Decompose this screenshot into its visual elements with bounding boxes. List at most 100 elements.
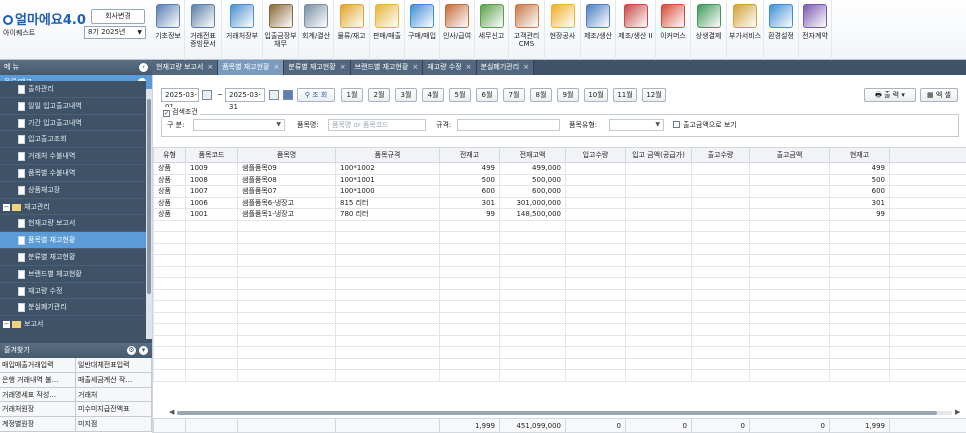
favorite-item[interactable]: 거래처: [76, 387, 152, 403]
column-header[interactable]: 출고수량: [691, 147, 750, 163]
table-row[interactable]: 상품 1008 샘플품목08 100*1001 500 500,000 500: [153, 173, 966, 186]
column-header[interactable]: 입고 금액(공급가): [625, 147, 692, 163]
month-button[interactable]: 11월: [613, 88, 637, 102]
month-button[interactable]: 5월: [449, 88, 471, 102]
tree-item[interactable]: 현재고량 보고서: [0, 215, 146, 233]
table-row[interactable]: 상품 1009 샘플품목09 100*1002 499 499,000 499: [153, 162, 966, 175]
tree-item[interactable]: 품목별 수불내역: [0, 165, 146, 182]
tree-item[interactable]: 품목별 재고현황: [0, 232, 146, 249]
toolbar-item[interactable]: 제조/생산 II: [616, 0, 656, 60]
tree-item[interactable]: 출하관리: [0, 81, 146, 98]
excel-button[interactable]: ▦ 엑 셀: [920, 88, 958, 102]
month-button[interactable]: 8월: [530, 88, 552, 102]
month-button[interactable]: 9월: [557, 88, 579, 102]
search-button[interactable]: ⚲ 조 회: [297, 88, 335, 102]
date-to-input[interactable]: 2025-03-31: [225, 88, 265, 111]
tab[interactable]: 품목별 재고현황 ×: [218, 60, 285, 75]
item-type-select[interactable]: ▼: [609, 119, 664, 131]
tab[interactable]: 브랜드별 재고현황 ×: [350, 60, 424, 75]
tree-item[interactable]: 브랜드별 재고현황: [0, 266, 146, 283]
scroll-right-icon[interactable]: ▶: [955, 409, 960, 416]
favorite-item[interactable]: 거래처원장: [0, 402, 76, 418]
toolbar-item[interactable]: 전자계약: [799, 0, 832, 60]
tab[interactable]: 재고량 수정 ×: [423, 60, 477, 75]
grid-view-icon[interactable]: [283, 90, 293, 100]
close-icon[interactable]: ×: [466, 63, 472, 71]
column-header[interactable]: 품목코드: [185, 147, 238, 163]
date-from-input[interactable]: 2025-03-01: [161, 88, 199, 111]
close-icon[interactable]: ×: [412, 63, 418, 71]
toolbar-item[interactable]: 거래전표 증빙문서: [185, 0, 222, 60]
close-icon[interactable]: ×: [274, 63, 280, 71]
toolbar-item[interactable]: 환경설정: [764, 0, 799, 60]
tree-item[interactable]: 재고량 수정: [0, 283, 146, 300]
toolbar-item[interactable]: 판매/매출: [370, 0, 405, 60]
toolbar-item[interactable]: 제조/생산: [581, 0, 616, 60]
collapse-panel-icon[interactable]: ‹: [139, 63, 148, 72]
toolbar-item[interactable]: 기초정보: [152, 0, 185, 60]
month-button[interactable]: 3월: [395, 88, 417, 102]
checkbox-icon[interactable]: [673, 121, 680, 128]
column-header[interactable]: 입고수량: [565, 147, 626, 163]
column-header[interactable]: 품목명: [237, 147, 336, 163]
close-icon[interactable]: ×: [207, 63, 213, 71]
tree-item[interactable]: − 재고관리: [0, 199, 146, 216]
tab[interactable]: 분실폐기관리 ×: [476, 60, 535, 75]
column-header[interactable]: 출고금액: [749, 147, 830, 163]
tree-item[interactable]: 거래처 수불내역: [0, 148, 146, 165]
favorite-item[interactable]: 계정별원장: [0, 417, 76, 432]
collapse-icon[interactable]: −: [3, 203, 10, 211]
scrollbar-thumb[interactable]: [147, 99, 151, 294]
table-row[interactable]: 상품 1001 샘플품목1-냉장고 780 리터 99 148,500,000 99: [153, 208, 966, 221]
tab[interactable]: 분류별 재고현황 ×: [284, 60, 351, 75]
toolbar-item[interactable]: 고객관리 CMS: [509, 0, 545, 60]
tree-item[interactable]: 기간 입고출고내역: [0, 115, 146, 132]
toolbar-item[interactable]: 이커머스: [656, 0, 691, 60]
toolbar-item[interactable]: 입출금장부 채무: [263, 0, 299, 60]
column-header[interactable]: 전재고액: [499, 147, 566, 163]
horizontal-scrollbar[interactable]: ◀ ▶: [169, 409, 960, 416]
toolbar-item[interactable]: 물류/재고: [334, 0, 370, 60]
month-button[interactable]: 6월: [476, 88, 498, 102]
favorite-item[interactable]: 미수미지급잔액표: [76, 402, 152, 418]
close-icon[interactable]: ×: [523, 63, 529, 71]
tree-item[interactable]: 분류별 재고현황: [0, 249, 146, 266]
toolbar-item[interactable]: 현장공사: [545, 0, 581, 60]
tab[interactable]: 현재고량 보고서 ×: [152, 60, 219, 75]
table-row[interactable]: 상품 1007 샘플품목07 100*1000 600 600,000 600: [153, 185, 966, 198]
tree-item[interactable]: 일일 입고출고내역: [0, 98, 146, 115]
tree-item[interactable]: 입고출고조회: [0, 131, 146, 149]
toolbar-item[interactable]: 인사/급여: [440, 0, 475, 60]
month-button[interactable]: 2월: [368, 88, 390, 102]
fiscal-period-select[interactable]: 8기 2025년 ▼: [84, 26, 146, 39]
close-icon[interactable]: ×: [340, 63, 346, 71]
favorite-item[interactable]: 매출세금계산 작…: [76, 372, 152, 388]
spec-input[interactable]: [457, 119, 560, 131]
favorite-item[interactable]: 매입매출거래입력: [0, 358, 76, 373]
toolbar-item[interactable]: 거래처장부: [222, 0, 263, 60]
column-header[interactable]: 전재고: [439, 147, 500, 163]
collapse-icon[interactable]: −: [3, 321, 10, 329]
month-button[interactable]: 7월: [503, 88, 525, 102]
calendar-icon[interactable]: [202, 90, 212, 100]
out-amount-checkbox[interactable]: 출고금액으로 보기: [673, 120, 737, 130]
scroll-left-icon[interactable]: ◀: [169, 409, 174, 416]
month-button[interactable]: 1월: [341, 88, 363, 102]
column-header[interactable]: 현재고: [829, 147, 890, 163]
favorite-item[interactable]: 거래명세표 작성…: [0, 387, 76, 403]
print-button[interactable]: 🖶 출 력 ▾: [864, 88, 916, 102]
category-select[interactable]: ▼: [193, 119, 285, 131]
change-company-button[interactable]: 회사변경: [91, 9, 145, 24]
toolbar-item[interactable]: 구매/매입: [405, 0, 440, 60]
favorite-item[interactable]: 미지점: [76, 417, 152, 432]
favorite-item[interactable]: 은행 거래내역 불…: [0, 372, 76, 388]
favorite-item[interactable]: 일반대체전표입력: [76, 358, 152, 373]
toolbar-item[interactable]: 부가서비스: [727, 0, 764, 60]
item-name-input[interactable]: 품목명 or 품목코드: [328, 119, 426, 131]
checkbox-checked-icon[interactable]: ✓: [163, 110, 170, 117]
toolbar-item[interactable]: 상생결제: [691, 0, 727, 60]
tree-item[interactable]: 상품재고장: [0, 182, 146, 199]
column-header[interactable]: 유형: [153, 147, 186, 163]
chevron-down-icon[interactable]: ▾: [139, 346, 148, 355]
scroll-thumb[interactable]: [177, 411, 937, 415]
